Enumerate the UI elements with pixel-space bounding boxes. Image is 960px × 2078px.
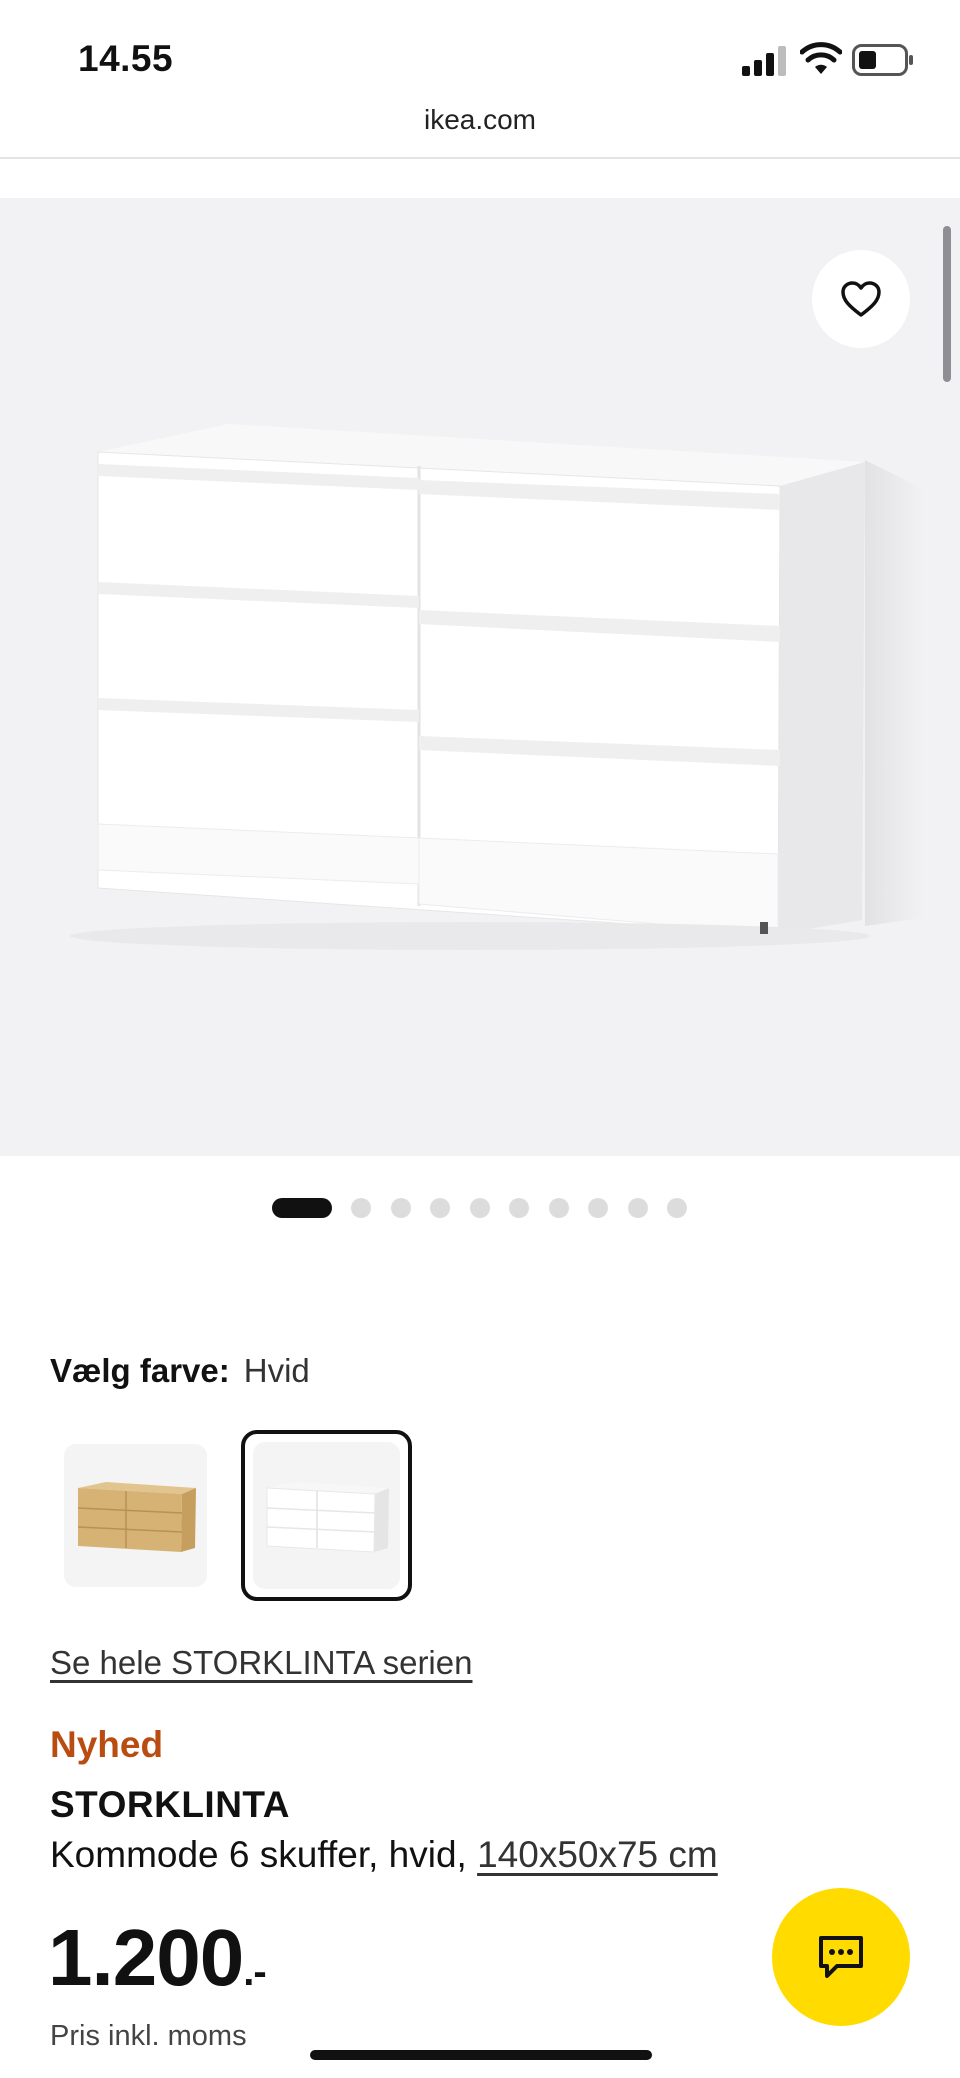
address-bar-divider <box>0 157 960 159</box>
pagination-dot[interactable] <box>509 1198 529 1218</box>
home-indicator[interactable] <box>310 2050 652 2060</box>
product-description-text: Kommode 6 skuffer, hvid, <box>50 1834 478 1875</box>
color-label-key: Vælg farve: <box>50 1352 230 1389</box>
pagination-dot[interactable] <box>391 1198 411 1218</box>
product-image-gallery[interactable] <box>0 198 960 1156</box>
product-name: STORKLINTA <box>50 1784 291 1825</box>
chat-bubble-icon <box>819 1936 863 1978</box>
color-option-white[interactable] <box>253 1442 400 1589</box>
chat-button[interactable] <box>772 1888 910 2026</box>
pagination-dot[interactable] <box>588 1198 608 1218</box>
new-badge: Nyhed <box>50 1724 164 1765</box>
status-time: 14.55 <box>78 38 174 79</box>
color-option-oak[interactable] <box>64 1444 207 1587</box>
status-bar: 14.55 <box>0 0 960 100</box>
pagination-dot[interactable] <box>272 1198 332 1218</box>
product-description: Kommode 6 skuffer, hvid, 140x50x75 cm <box>50 1834 718 1876</box>
price-amount: 1.200 <box>48 1913 244 2002</box>
cellular-signal-icon <box>742 46 786 76</box>
product-price: 1.200.- <box>48 1918 267 1998</box>
price-suffix: .- <box>243 1950 266 1994</box>
color-picker-label: Vælg farve: Hvid <box>50 1352 310 1390</box>
product-dimensions-link[interactable]: 140x50x75 cm <box>477 1834 718 1875</box>
wifi-icon <box>800 42 842 74</box>
pagination-dot[interactable] <box>549 1198 569 1218</box>
gallery-pagination <box>0 1198 960 1218</box>
color-selected-value: Hvid <box>243 1352 310 1389</box>
pagination-dot[interactable] <box>470 1198 490 1218</box>
price-note: Pris inkl. moms <box>50 2020 247 2052</box>
pagination-dot[interactable] <box>628 1198 648 1218</box>
series-link[interactable]: Se hele STORKLINTA serien <box>50 1644 472 1682</box>
scrollbar[interactable] <box>943 226 951 382</box>
favorite-button[interactable] <box>812 250 910 348</box>
pagination-dot[interactable] <box>430 1198 450 1218</box>
pagination-dot[interactable] <box>667 1198 687 1218</box>
oak-dresser-thumbnail <box>77 1482 196 1552</box>
heart-icon <box>841 281 881 317</box>
white-dresser-thumbnail <box>266 1482 389 1553</box>
address-bar-url[interactable]: ikea.com <box>0 104 960 136</box>
battery-icon <box>852 44 913 76</box>
product-image <box>70 424 925 950</box>
pagination-dot[interactable] <box>351 1198 371 1218</box>
